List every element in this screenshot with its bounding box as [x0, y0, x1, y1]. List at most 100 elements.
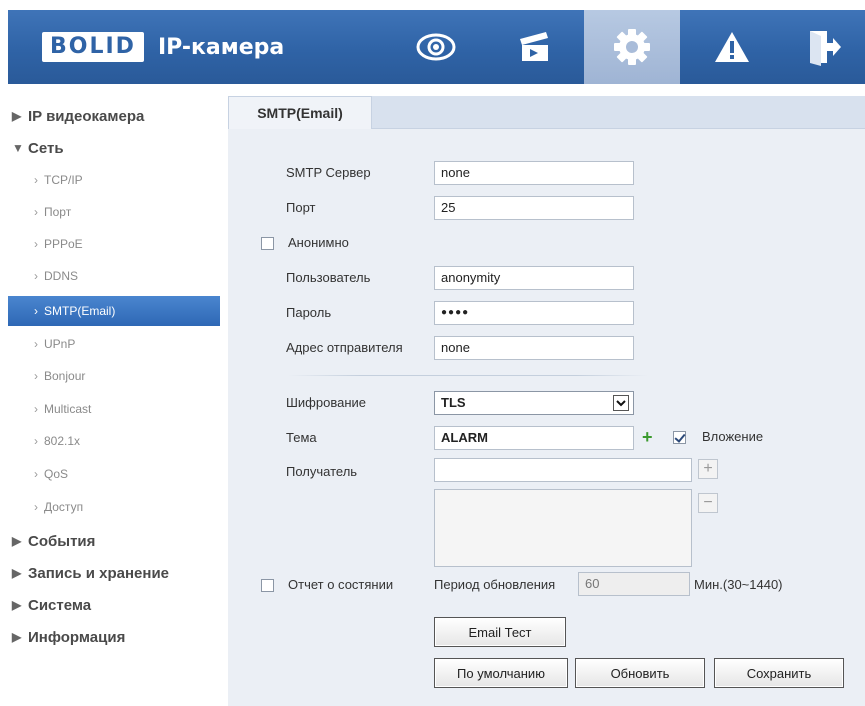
- default-button[interactable]: По умолчанию: [434, 658, 568, 688]
- sidebar-item-label: События: [28, 532, 96, 550]
- chevron-right-icon: ›: [34, 237, 38, 251]
- gear-icon: [614, 29, 650, 65]
- nav-logout[interactable]: [782, 10, 865, 84]
- sidebar-item-qos[interactable]: › QoS: [8, 459, 220, 489]
- nav-playback[interactable]: [486, 10, 582, 84]
- chevron-right-icon: ›: [34, 337, 38, 351]
- user-input[interactable]: anonymity: [434, 266, 634, 290]
- tab-bar: SMTP(Email): [228, 96, 865, 129]
- sidebar-item-record-storage[interactable]: ▶ Запись и хранение: [8, 558, 220, 588]
- nav-settings[interactable]: [584, 10, 680, 84]
- recipient-label: Получатель: [286, 464, 358, 479]
- encryption-value: TLS: [441, 395, 466, 410]
- logout-icon: [809, 31, 841, 66]
- sidebar-item-access[interactable]: › Доступ: [8, 492, 220, 522]
- subject-input[interactable]: ALARM: [434, 426, 634, 450]
- sidebar-item-label: UPnP: [44, 337, 76, 351]
- update-period-unit: Мин.(30~1440): [694, 577, 783, 592]
- eye-icon: [416, 33, 456, 61]
- sidebar-item-8021x[interactable]: › 802.1x: [8, 426, 220, 456]
- refresh-button[interactable]: Обновить: [575, 658, 705, 688]
- top-header: BOLID IP-камера: [8, 10, 865, 84]
- port-input[interactable]: 25: [434, 196, 634, 220]
- anonymous-checkbox[interactable]: [261, 237, 274, 250]
- app-title: IP-камера: [157, 34, 285, 60]
- sidebar-item-pppoe[interactable]: › PPPoE: [8, 229, 220, 259]
- sidebar-item-label: IP видеокамера: [28, 107, 145, 125]
- sidebar-item-label: QoS: [44, 467, 69, 481]
- collapsed-arrow-icon: ▶: [12, 598, 22, 612]
- sidebar-item-ddns[interactable]: › DDNS: [8, 261, 220, 291]
- sidebar-item-label: Сеть: [28, 139, 64, 157]
- password-label: Пароль: [286, 305, 332, 320]
- update-period-label: Период обновления: [434, 577, 556, 592]
- subject-label: Тема: [286, 430, 317, 445]
- recipient-input[interactable]: [434, 458, 692, 482]
- add-recipient-button[interactable]: +: [698, 459, 718, 479]
- sidebar-item-bonjour[interactable]: › Bonjour: [8, 361, 220, 391]
- sidebar-item-network[interactable]: ▼ Сеть: [8, 133, 220, 163]
- sidebar-item-information[interactable]: ▶ Информация: [8, 622, 220, 652]
- chevron-right-icon: ›: [34, 369, 38, 383]
- nav-live-view[interactable]: [388, 10, 484, 84]
- sidebar-item-label: Bonjour: [44, 369, 86, 383]
- health-report-label: Отчет о состянии: [288, 577, 394, 592]
- add-subject-plus-icon[interactable]: +: [642, 428, 653, 446]
- expanded-arrow-icon: ▼: [12, 141, 24, 155]
- update-period-input[interactable]: 60: [578, 572, 690, 596]
- sidebar-item-label: Порт: [44, 205, 72, 219]
- sidebar-item-ip-camera[interactable]: ▶ IP видеокамера: [8, 101, 220, 131]
- sidebar-item-port[interactable]: › Порт: [8, 197, 220, 227]
- collapsed-arrow-icon: ▶: [12, 534, 22, 548]
- save-button[interactable]: Сохранить: [714, 658, 844, 688]
- password-input[interactable]: ●●●●: [434, 301, 634, 325]
- chevron-right-icon: ›: [34, 500, 38, 514]
- anonymous-label: Анонимно: [288, 235, 349, 250]
- sidebar-item-label: TCP/IP: [44, 173, 83, 187]
- smtp-server-label: SMTP Сервер: [286, 165, 371, 180]
- bolid-logo: BOLID: [42, 32, 144, 62]
- tab-smtp-email[interactable]: SMTP(Email): [228, 96, 372, 129]
- encryption-label: Шифрование: [286, 395, 366, 410]
- sidebar-item-label: Информация: [28, 628, 126, 646]
- health-report-checkbox[interactable]: [261, 579, 274, 592]
- smtp-settings-panel: SMTP Сервер none Порт 25 Анонимно Пользо…: [228, 129, 865, 706]
- chevron-right-icon: ›: [34, 434, 38, 448]
- sidebar-item-label: 802.1x: [44, 434, 81, 448]
- chevron-right-icon: ›: [34, 173, 38, 187]
- sidebar-item-multicast[interactable]: › Multicast: [8, 394, 220, 424]
- attachment-label: Вложение: [702, 429, 764, 444]
- sidebar-item-label: Система: [28, 596, 92, 614]
- smtp-server-input[interactable]: none: [434, 161, 634, 185]
- sidebar-item-label: SMTP(Email): [44, 304, 116, 318]
- sidebar-item-system[interactable]: ▶ Система: [8, 590, 220, 620]
- collapsed-arrow-icon: ▶: [12, 566, 22, 580]
- sidebar-item-smtp[interactable]: › SMTP(Email): [8, 296, 220, 326]
- sidebar-item-upnp[interactable]: › UPnP: [8, 329, 220, 359]
- sender-input[interactable]: none: [434, 336, 634, 360]
- chevron-right-icon: ›: [34, 402, 38, 416]
- minus-icon: −: [703, 494, 713, 511]
- nav-alarm[interactable]: [684, 10, 780, 84]
- recipient-list[interactable]: [434, 489, 692, 567]
- section-divider: [288, 375, 648, 376]
- sidebar-item-label: Запись и хранение: [28, 564, 170, 582]
- sidebar-item-label: DDNS: [44, 269, 79, 283]
- chevron-right-icon: ›: [34, 304, 38, 318]
- sidebar-item-tcpip[interactable]: › TCP/IP: [8, 165, 220, 195]
- user-label: Пользователь: [286, 270, 371, 285]
- sidebar-item-label: Multicast: [44, 402, 92, 416]
- clapperboard-icon: [520, 32, 548, 61]
- chevron-right-icon: ›: [34, 467, 38, 481]
- encryption-select[interactable]: TLS: [434, 391, 634, 415]
- sidebar-item-events[interactable]: ▶ События: [8, 526, 220, 556]
- collapsed-arrow-icon: ▶: [12, 630, 22, 644]
- email-test-button[interactable]: Email Тест: [434, 617, 566, 647]
- sidebar-item-label: Доступ: [44, 500, 84, 514]
- plus-icon: +: [703, 460, 713, 477]
- attachment-checkbox[interactable]: [673, 431, 686, 444]
- collapsed-arrow-icon: ▶: [12, 109, 22, 123]
- content-area: SMTP(Email) SMTP Сервер none Порт 25 Ано…: [228, 96, 865, 706]
- chevron-right-icon: ›: [34, 205, 38, 219]
- remove-recipient-button[interactable]: −: [698, 493, 718, 513]
